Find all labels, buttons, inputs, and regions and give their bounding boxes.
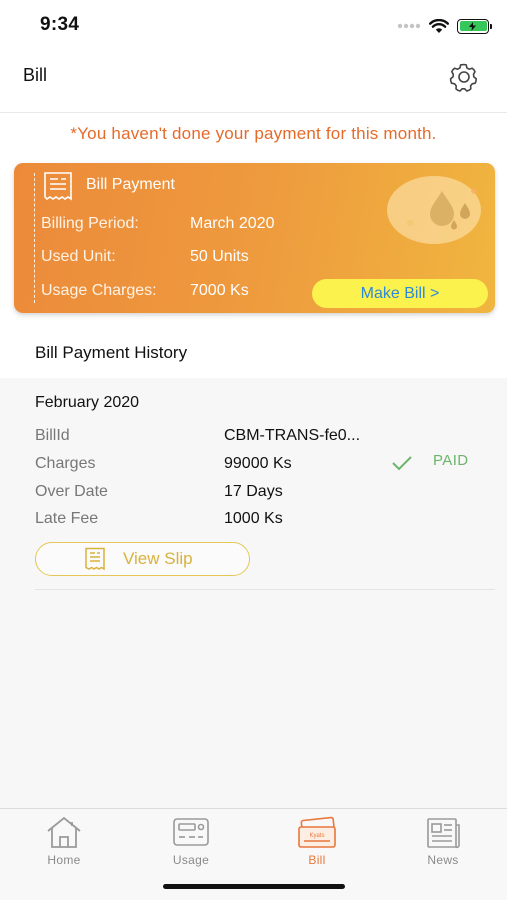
- payment-warning: *You haven't done your payment for this …: [70, 124, 437, 143]
- receipt-icon: [44, 172, 72, 201]
- tab-usage[interactable]: Usage: [146, 815, 236, 867]
- status-icons: [397, 16, 492, 36]
- over-date-label: Over Date: [35, 483, 108, 500]
- make-bill-button[interactable]: Make Bill >: [312, 279, 488, 308]
- charges-value: 99000 Ks: [224, 455, 292, 472]
- late-fee-value: 1000 Ks: [224, 510, 283, 527]
- bill-id-label: BillId: [35, 427, 70, 444]
- gear-icon[interactable]: [447, 60, 481, 94]
- view-slip-button[interactable]: View Slip: [35, 542, 250, 576]
- record-month: February 2020: [35, 394, 140, 411]
- tab-usage-label: Usage: [172, 853, 210, 867]
- used-unit-value: 50 Units: [190, 248, 249, 265]
- tab-home-label: Home: [47, 853, 81, 867]
- late-fee-label: Late Fee: [35, 510, 99, 527]
- billing-period-label: Billing Period:: [41, 215, 139, 232]
- tab-bill[interactable]: Kyats Bill: [272, 815, 362, 867]
- card-title: Bill Payment: [86, 176, 175, 193]
- page-title: Bill: [23, 65, 48, 85]
- bill-icon: Kyats: [298, 816, 336, 848]
- tab-news[interactable]: News: [398, 815, 488, 867]
- home-indicator[interactable]: [163, 884, 345, 889]
- usage-charges-value: 7000 Ks: [190, 282, 249, 299]
- svg-text:Kyats: Kyats: [309, 833, 324, 839]
- water-drops-icon: [407, 188, 477, 230]
- header-divider: [0, 112, 507, 113]
- bill-payment-card: Bill Payment Billing Period: March 2020 …: [14, 163, 495, 313]
- view-slip-label: View Slip: [123, 549, 193, 568]
- wifi-icon: [429, 18, 449, 33]
- status-badge: PAID: [433, 452, 469, 469]
- record-divider: [35, 589, 495, 590]
- status-time: 9:34: [40, 14, 80, 35]
- meter-icon: [173, 818, 209, 846]
- used-unit-label: Used Unit:: [41, 248, 116, 265]
- checkmark-icon: [392, 456, 412, 471]
- charges-label: Charges: [35, 455, 96, 472]
- history-title: Bill Payment History: [35, 343, 188, 362]
- newspaper-icon: [427, 818, 460, 849]
- home-icon: [47, 816, 81, 848]
- receipt-icon: [85, 547, 105, 571]
- card-dashed-line: [34, 173, 35, 303]
- tab-bill-label: Bill: [308, 853, 326, 867]
- usage-charges-label: Usage Charges:: [41, 282, 157, 299]
- over-date-value: 17 Days: [224, 483, 283, 500]
- battery-icon: [457, 18, 492, 34]
- tab-home[interactable]: Home: [19, 815, 109, 867]
- tab-news-label: News: [427, 853, 459, 867]
- cellular-signal-icon: [397, 23, 421, 29]
- billing-period-value: March 2020: [190, 215, 275, 232]
- bill-id-value: CBM-TRANS-fe0...: [224, 427, 361, 444]
